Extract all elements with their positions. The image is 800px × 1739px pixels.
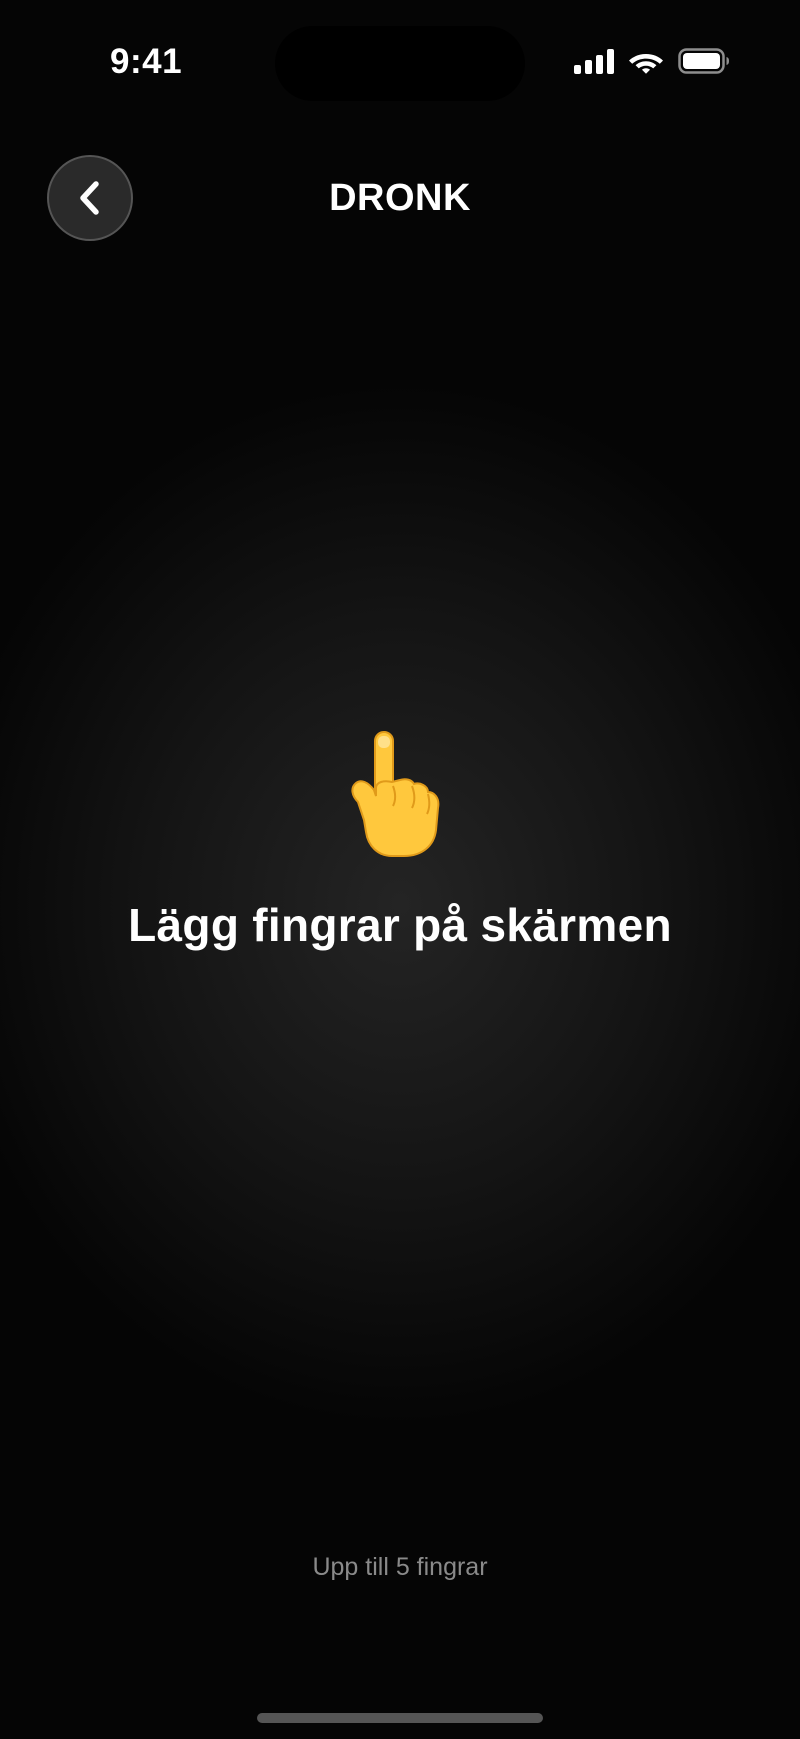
page-title: DRONK [329, 177, 471, 219]
status-bar: 9:41 [0, 0, 800, 130]
battery-icon [678, 48, 730, 74]
status-icons [574, 48, 730, 74]
wifi-icon [628, 48, 664, 74]
screen[interactable]: 9:41 DRONK Lägg fingrar på skärmen Upp t… [0, 0, 800, 1739]
instruction-text: Lägg fingrar på skärmen [128, 899, 672, 951]
cellular-signal-icon [574, 48, 614, 74]
finger-limit-hint: Upp till 5 fingrar [312, 1553, 488, 1581]
home-indicator[interactable] [257, 1713, 543, 1723]
pointing-finger-icon [348, 730, 443, 860]
status-time: 9:41 [110, 42, 183, 81]
dynamic-island [275, 26, 525, 101]
